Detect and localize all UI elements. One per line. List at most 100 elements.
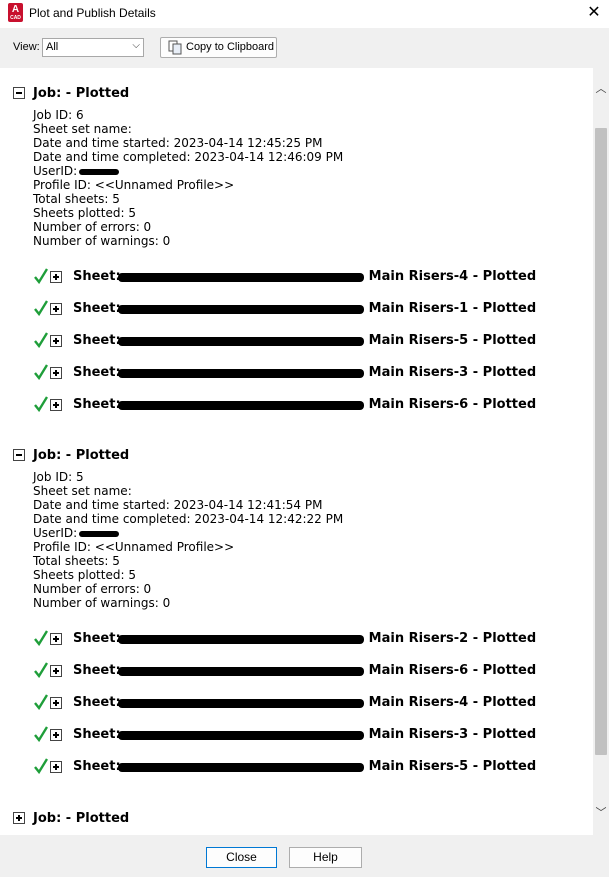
- userid-label: UserID:: [33, 526, 78, 540]
- sheet-row[interactable]: Sheet: Main Risers-5 - Plotted: [34, 332, 593, 350]
- expand-toggle[interactable]: [50, 633, 62, 645]
- detail-line: Number of warnings: 0: [33, 234, 171, 248]
- userid-label: UserID:: [33, 164, 78, 178]
- sheet-row[interactable]: Sheet: Main Risers-1 - Plotted: [34, 300, 593, 318]
- sheet-row[interactable]: Sheet: Main Risers-6 - Plotted: [34, 396, 593, 414]
- sheet-suffix: Main Risers-4 - Plotted: [368, 695, 537, 710]
- sheet-prefix: Sheet:: [73, 631, 121, 646]
- collapse-toggle[interactable]: [13, 449, 25, 461]
- sheet-prefix: Sheet:: [73, 759, 121, 774]
- sheet-row[interactable]: Sheet: Main Risers-6 - Plotted: [34, 662, 593, 680]
- detail-line: Total sheets: 5: [33, 192, 120, 206]
- redaction: [118, 667, 364, 676]
- check-icon: [34, 630, 48, 646]
- expand-toggle[interactable]: [50, 271, 62, 283]
- expand-toggle[interactable]: [50, 665, 62, 677]
- detail-line: Profile ID: <<Unnamed Profile>>: [33, 540, 235, 554]
- sheet-suffix: Main Risers-2 - Plotted: [368, 631, 537, 646]
- detail-line: Job ID: 5: [33, 470, 84, 484]
- expand-toggle[interactable]: [50, 761, 62, 773]
- detail-line-userid: UserID:: [33, 164, 343, 178]
- sheet-row[interactable]: Sheet: Main Risers-4 - Plotted: [34, 694, 593, 712]
- sheet-row[interactable]: Sheet: Main Risers-3 - Plotted: [34, 364, 593, 382]
- scrollbar-thumb[interactable]: [595, 128, 607, 755]
- sheet-row[interactable]: Sheet: Main Risers-3 - Plotted: [34, 726, 593, 744]
- scroll-down-icon[interactable]: ﹀: [593, 804, 609, 820]
- detail-line: Sheets plotted: 5: [33, 568, 136, 582]
- check-icon: [34, 694, 48, 710]
- redaction: [118, 369, 364, 378]
- expand-toggle[interactable]: [50, 303, 62, 315]
- sheet-suffix: Main Risers-4 - Plotted: [368, 269, 537, 284]
- sheet-row[interactable]: Sheet: Main Risers-4 - Plotted: [34, 268, 593, 286]
- check-icon: [34, 726, 48, 742]
- toolbar: View: All ⌵ Copy to Clipboard: [0, 28, 609, 68]
- sheet-suffix: Main Risers-3 - Plotted: [368, 727, 537, 742]
- check-icon: [34, 758, 48, 774]
- sheet-row[interactable]: Sheet: Main Risers-2 - Plotted: [34, 630, 593, 648]
- app-icon: A CAD: [8, 3, 23, 22]
- app-icon-letter: A: [11, 4, 20, 15]
- close-button[interactable]: Close: [206, 847, 277, 868]
- detail-line: Sheets plotted: 5: [33, 206, 136, 220]
- sheet-suffix: Main Risers-5 - Plotted: [368, 333, 537, 348]
- detail-line: Number of warnings: 0: [33, 596, 171, 610]
- detail-line: Number of errors: 0: [33, 220, 152, 234]
- redaction: [118, 635, 364, 644]
- sheet-suffix: Main Risers-6 - Plotted: [368, 397, 537, 412]
- redaction: [118, 273, 364, 282]
- redaction: [79, 530, 120, 537]
- close-icon[interactable]: ✕: [582, 2, 606, 24]
- view-select-value: All: [46, 41, 59, 53]
- detail-line: Sheet set name:: [33, 484, 132, 498]
- redaction: [118, 699, 364, 708]
- detail-line: Date and time completed: 2023-04-14 12:4…: [33, 150, 344, 164]
- detail-line: Date and time completed: 2023-04-14 12:4…: [33, 512, 344, 526]
- sheet-prefix: Sheet:: [73, 269, 121, 284]
- redaction: [118, 305, 364, 314]
- detail-line: Job ID: 6: [33, 108, 84, 122]
- check-icon: [34, 268, 48, 284]
- sheet-prefix: Sheet:: [73, 695, 121, 710]
- help-button[interactable]: Help: [289, 847, 362, 868]
- sheet-prefix: Sheet:: [73, 397, 121, 412]
- sheet-suffix: Main Risers-5 - Plotted: [368, 759, 537, 774]
- view-label: View:: [13, 41, 40, 53]
- check-icon: [34, 364, 48, 380]
- check-icon: [34, 332, 48, 348]
- job-details: Job ID: 5 Sheet set name: Date and time …: [33, 470, 343, 610]
- sheet-row[interactable]: Sheet: Main Risers-5 - Plotted: [34, 758, 593, 776]
- chevron-down-icon: ⌵: [132, 40, 140, 51]
- redaction: [79, 168, 120, 175]
- vertical-scrollbar[interactable]: ︿ ﹀: [593, 68, 609, 835]
- expand-toggle[interactable]: [50, 399, 62, 411]
- expand-toggle[interactable]: [50, 335, 62, 347]
- detail-line: Date and time started: 2023-04-14 12:41:…: [33, 498, 323, 512]
- window-title: Plot and Publish Details: [29, 6, 156, 20]
- redaction: [118, 337, 364, 346]
- expand-toggle[interactable]: [50, 729, 62, 741]
- title-bar: A CAD Plot and Publish Details ✕: [0, 0, 609, 28]
- detail-line: Sheet set name:: [33, 122, 132, 136]
- redaction: [118, 763, 364, 772]
- copy-to-clipboard-button[interactable]: Copy to Clipboard: [160, 37, 277, 58]
- view-select[interactable]: All ⌵: [42, 38, 144, 57]
- app-icon-sub: CAD: [10, 15, 21, 21]
- sheet-suffix: Main Risers-3 - Plotted: [368, 365, 537, 380]
- expand-toggle[interactable]: [50, 367, 62, 379]
- job-title: Job: - Plotted: [33, 811, 130, 826]
- check-icon: [34, 662, 48, 678]
- detail-line: Number of errors: 0: [33, 582, 152, 596]
- sheet-suffix: Main Risers-6 - Plotted: [368, 663, 537, 678]
- scroll-up-icon[interactable]: ︿: [593, 80, 609, 96]
- redaction: [118, 731, 364, 740]
- expand-toggle[interactable]: [13, 812, 25, 824]
- button-bar: Close Help: [0, 835, 609, 877]
- sheet-prefix: Sheet:: [73, 727, 121, 742]
- collapse-toggle[interactable]: [13, 87, 25, 99]
- expand-toggle[interactable]: [50, 697, 62, 709]
- sheet-prefix: Sheet:: [73, 663, 121, 678]
- sheet-suffix: Main Risers-1 - Plotted: [368, 301, 537, 316]
- detail-line: Total sheets: 5: [33, 554, 120, 568]
- job-details: Job ID: 6 Sheet set name: Date and time …: [33, 108, 343, 248]
